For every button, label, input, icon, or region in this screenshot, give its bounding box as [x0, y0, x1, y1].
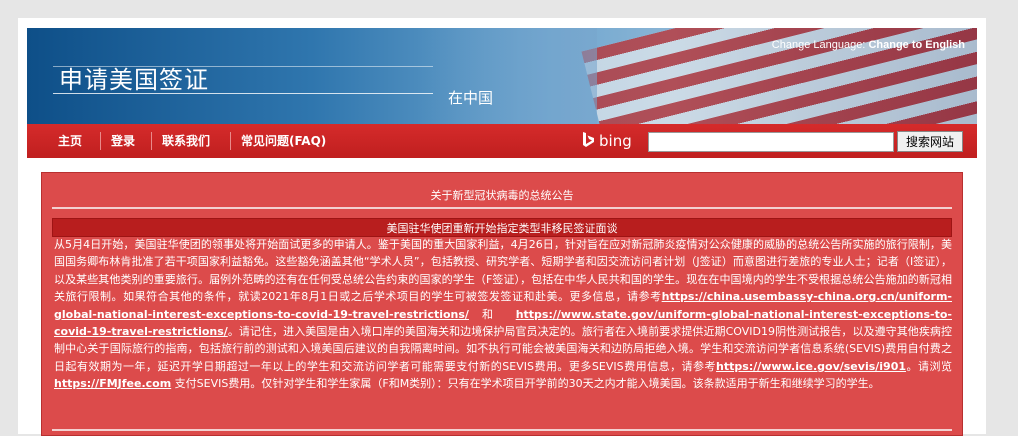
- header-banner: Change Language: Change to English 申请美国签…: [27, 28, 977, 124]
- nav-divider: [100, 132, 101, 150]
- notice-text: 支付SEVIS费用。仅针对学生和学生家属（F和M类别）：只有在学术项目开学前的3…: [171, 377, 880, 391]
- nav-divider: [230, 132, 231, 150]
- change-language: Change Language: Change to English: [772, 39, 965, 51]
- page-container: Change Language: Change to English 申请美国签…: [18, 18, 986, 436]
- notice-title: 关于新型冠状病毒的总统公告: [430, 189, 574, 202]
- title-divider: [53, 93, 433, 94]
- notice-divider: [52, 429, 952, 431]
- change-language-label: Change Language:: [771, 39, 866, 51]
- fmjfee-link[interactable]: https://FMJfee.com: [54, 377, 171, 390]
- main-nav: 主页 登录 联系我们 常见问题(FAQ) bing 搜索网站: [27, 124, 977, 158]
- notice-text: 和: [468, 307, 516, 321]
- bing-logo-icon: [582, 132, 595, 150]
- notice-body: 从5月4日开始，美国驻华使团的领事处将开始面试更多的申请人。鉴于美国的重大国家利…: [54, 236, 952, 393]
- notice-divider: [52, 207, 952, 209]
- nav-item-contact[interactable]: 联系我们: [162, 124, 210, 158]
- bing-label: bing: [599, 132, 632, 150]
- nav-item-faq[interactable]: 常见问题(FAQ): [241, 124, 326, 158]
- search-site-button[interactable]: 搜索网站: [897, 131, 963, 152]
- sevis-i901-link[interactable]: https://www.ice.gov/sevis/i901: [716, 360, 906, 373]
- bing-brand: bing: [582, 130, 632, 152]
- nav-divider: [151, 132, 152, 150]
- notice-subtitle-bar: 美国驻华使团重新开始指定类型非移民签证面谈: [52, 218, 952, 237]
- nav-item-home[interactable]: 主页: [58, 124, 82, 158]
- main-content: 关于新型冠状病毒的总统公告 美国驻华使团重新开始指定类型非移民签证面谈 从5月4…: [27, 158, 977, 436]
- notice-subtitle: 美国驻华使团重新开始指定类型非移民签证面谈: [386, 222, 618, 235]
- site-subtitle: 在中国: [448, 89, 494, 107]
- change-to-english-link[interactable]: Change to English: [868, 39, 965, 51]
- site-search-input[interactable]: [648, 132, 894, 152]
- nav-item-login[interactable]: 登录: [111, 124, 135, 158]
- site-title: 申请美国签证: [59, 66, 209, 94]
- covid-notice-panel: 关于新型冠状病毒的总统公告 美国驻华使团重新开始指定类型非移民签证面谈 从5月4…: [41, 172, 963, 436]
- notice-text: 。请浏览: [906, 359, 952, 373]
